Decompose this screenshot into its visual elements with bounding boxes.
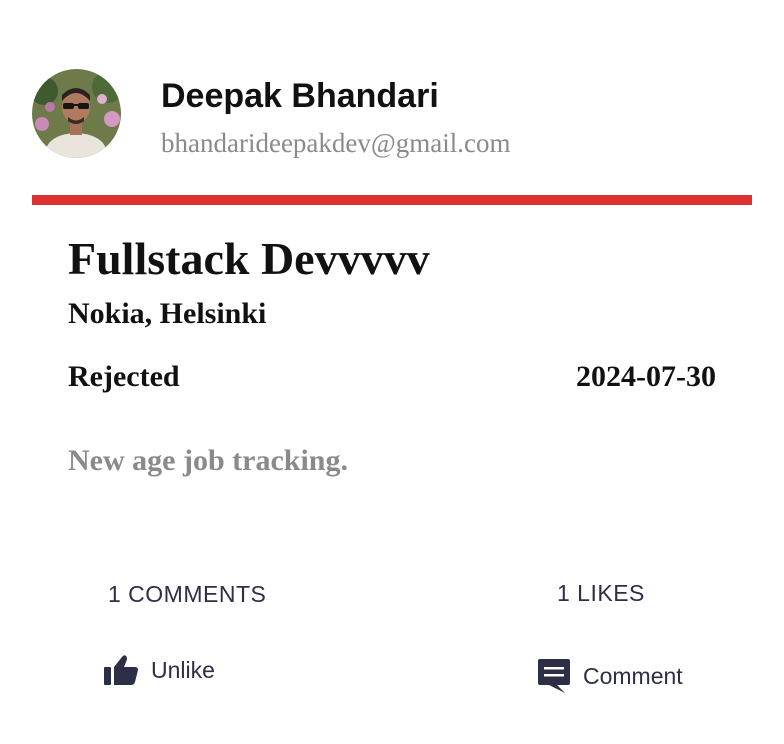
user-avatar-photo	[32, 69, 121, 158]
comment-label: Comment	[583, 662, 683, 689]
comment-button[interactable]: Comment	[537, 658, 683, 694]
job-title: Fullstack Devvvvv	[68, 233, 430, 284]
job-description: New age job tracking.	[68, 444, 348, 477]
comment-icon	[537, 658, 571, 694]
user-email: bhandarideepakdev@gmail.com	[161, 128, 511, 158]
likes-count[interactable]: 1 LIKES	[557, 580, 645, 607]
comments-count[interactable]: 1 COMMENTS	[108, 581, 266, 608]
job-date: 2024-07-30	[576, 360, 716, 393]
avatar	[32, 69, 121, 158]
unlike-label: Unlike	[151, 656, 215, 683]
job-status: Rejected	[68, 360, 180, 393]
unlike-button[interactable]: Unlike	[103, 654, 215, 686]
accent-divider	[32, 195, 752, 205]
thumbs-up-icon	[103, 654, 139, 686]
job-location: Nokia, Helsinki	[68, 297, 267, 330]
user-name: Deepak Bhandari	[161, 77, 439, 115]
